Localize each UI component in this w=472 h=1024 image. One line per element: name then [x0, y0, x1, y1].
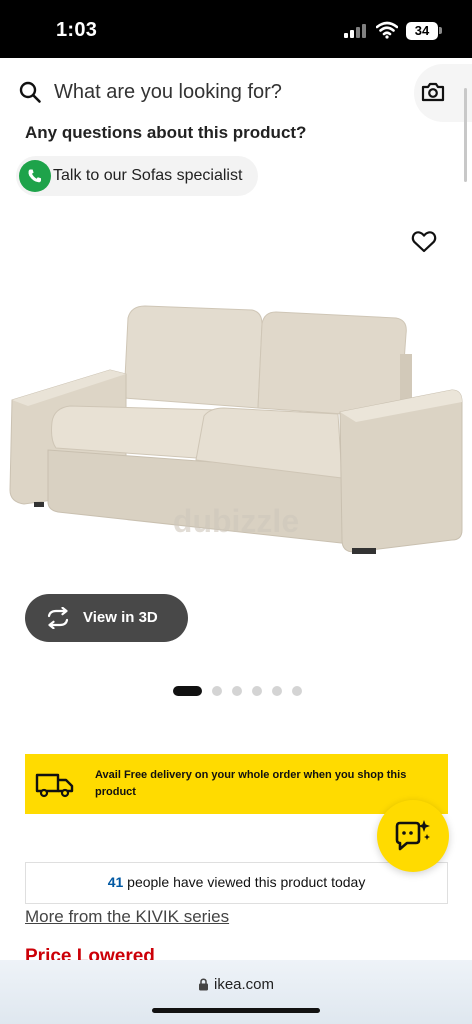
viewers-count: 41: [107, 874, 124, 890]
search-bar[interactable]: What are you looking for?: [0, 62, 472, 122]
scrollbar[interactable]: [464, 88, 467, 182]
search-input[interactable]: What are you looking for?: [54, 81, 282, 104]
viewers-notice: 41 people have viewed this product today: [25, 862, 448, 904]
cellular-signal-icon: [344, 24, 370, 38]
status-time: 1:03: [56, 19, 98, 41]
status-bar: 1:03 34: [0, 0, 472, 58]
talk-to-specialist-button[interactable]: Talk to our Sofas specialist: [16, 156, 258, 196]
carousel-dot[interactable]: [173, 686, 202, 696]
battery-tip: [439, 27, 442, 34]
support-question: Any questions about this product?: [25, 123, 307, 142]
carousel-dot[interactable]: [252, 686, 262, 696]
chat-assistant-button[interactable]: [377, 800, 449, 872]
viewers-suffix: people have viewed this product today: [123, 874, 366, 890]
product-image[interactable]: dubizzle: [0, 290, 472, 570]
camera-icon: [421, 82, 445, 102]
phone-icon: [19, 160, 51, 192]
viewers-text: 41 people have viewed this product today: [26, 874, 447, 890]
carousel-dot[interactable]: [292, 686, 302, 696]
carousel-dot[interactable]: [232, 686, 242, 696]
specialist-label: Talk to our Sofas specialist: [53, 167, 243, 184]
view-in-3d-label: View in 3D: [83, 609, 158, 626]
chat-sparkle-icon: [395, 820, 430, 851]
browser-address-bar[interactable]: ikea.com: [0, 960, 472, 1024]
watermark-text: dubizzle: [173, 503, 299, 539]
truck-icon: [35, 773, 74, 798]
lock-icon: [199, 978, 208, 991]
carousel-dot[interactable]: [272, 686, 282, 696]
rotate-3d-icon: [47, 607, 69, 629]
more-from-series-link[interactable]: More from the KIVIK series: [25, 907, 229, 927]
home-indicator[interactable]: [152, 1008, 320, 1013]
view-in-3d-button[interactable]: View in 3D: [25, 594, 188, 642]
carousel-dot[interactable]: [212, 686, 222, 696]
wifi-icon: [376, 21, 398, 39]
battery-indicator: 34: [406, 22, 438, 40]
delivery-text: Avail Free delivery on your whole order …: [95, 769, 407, 798]
free-delivery-banner[interactable]: Avail Free delivery on your whole order …: [25, 754, 448, 814]
carousel-indicator[interactable]: [173, 686, 313, 696]
search-icon: [19, 81, 41, 103]
url-text[interactable]: ikea.com: [214, 976, 274, 993]
heart-icon[interactable]: [411, 230, 437, 254]
